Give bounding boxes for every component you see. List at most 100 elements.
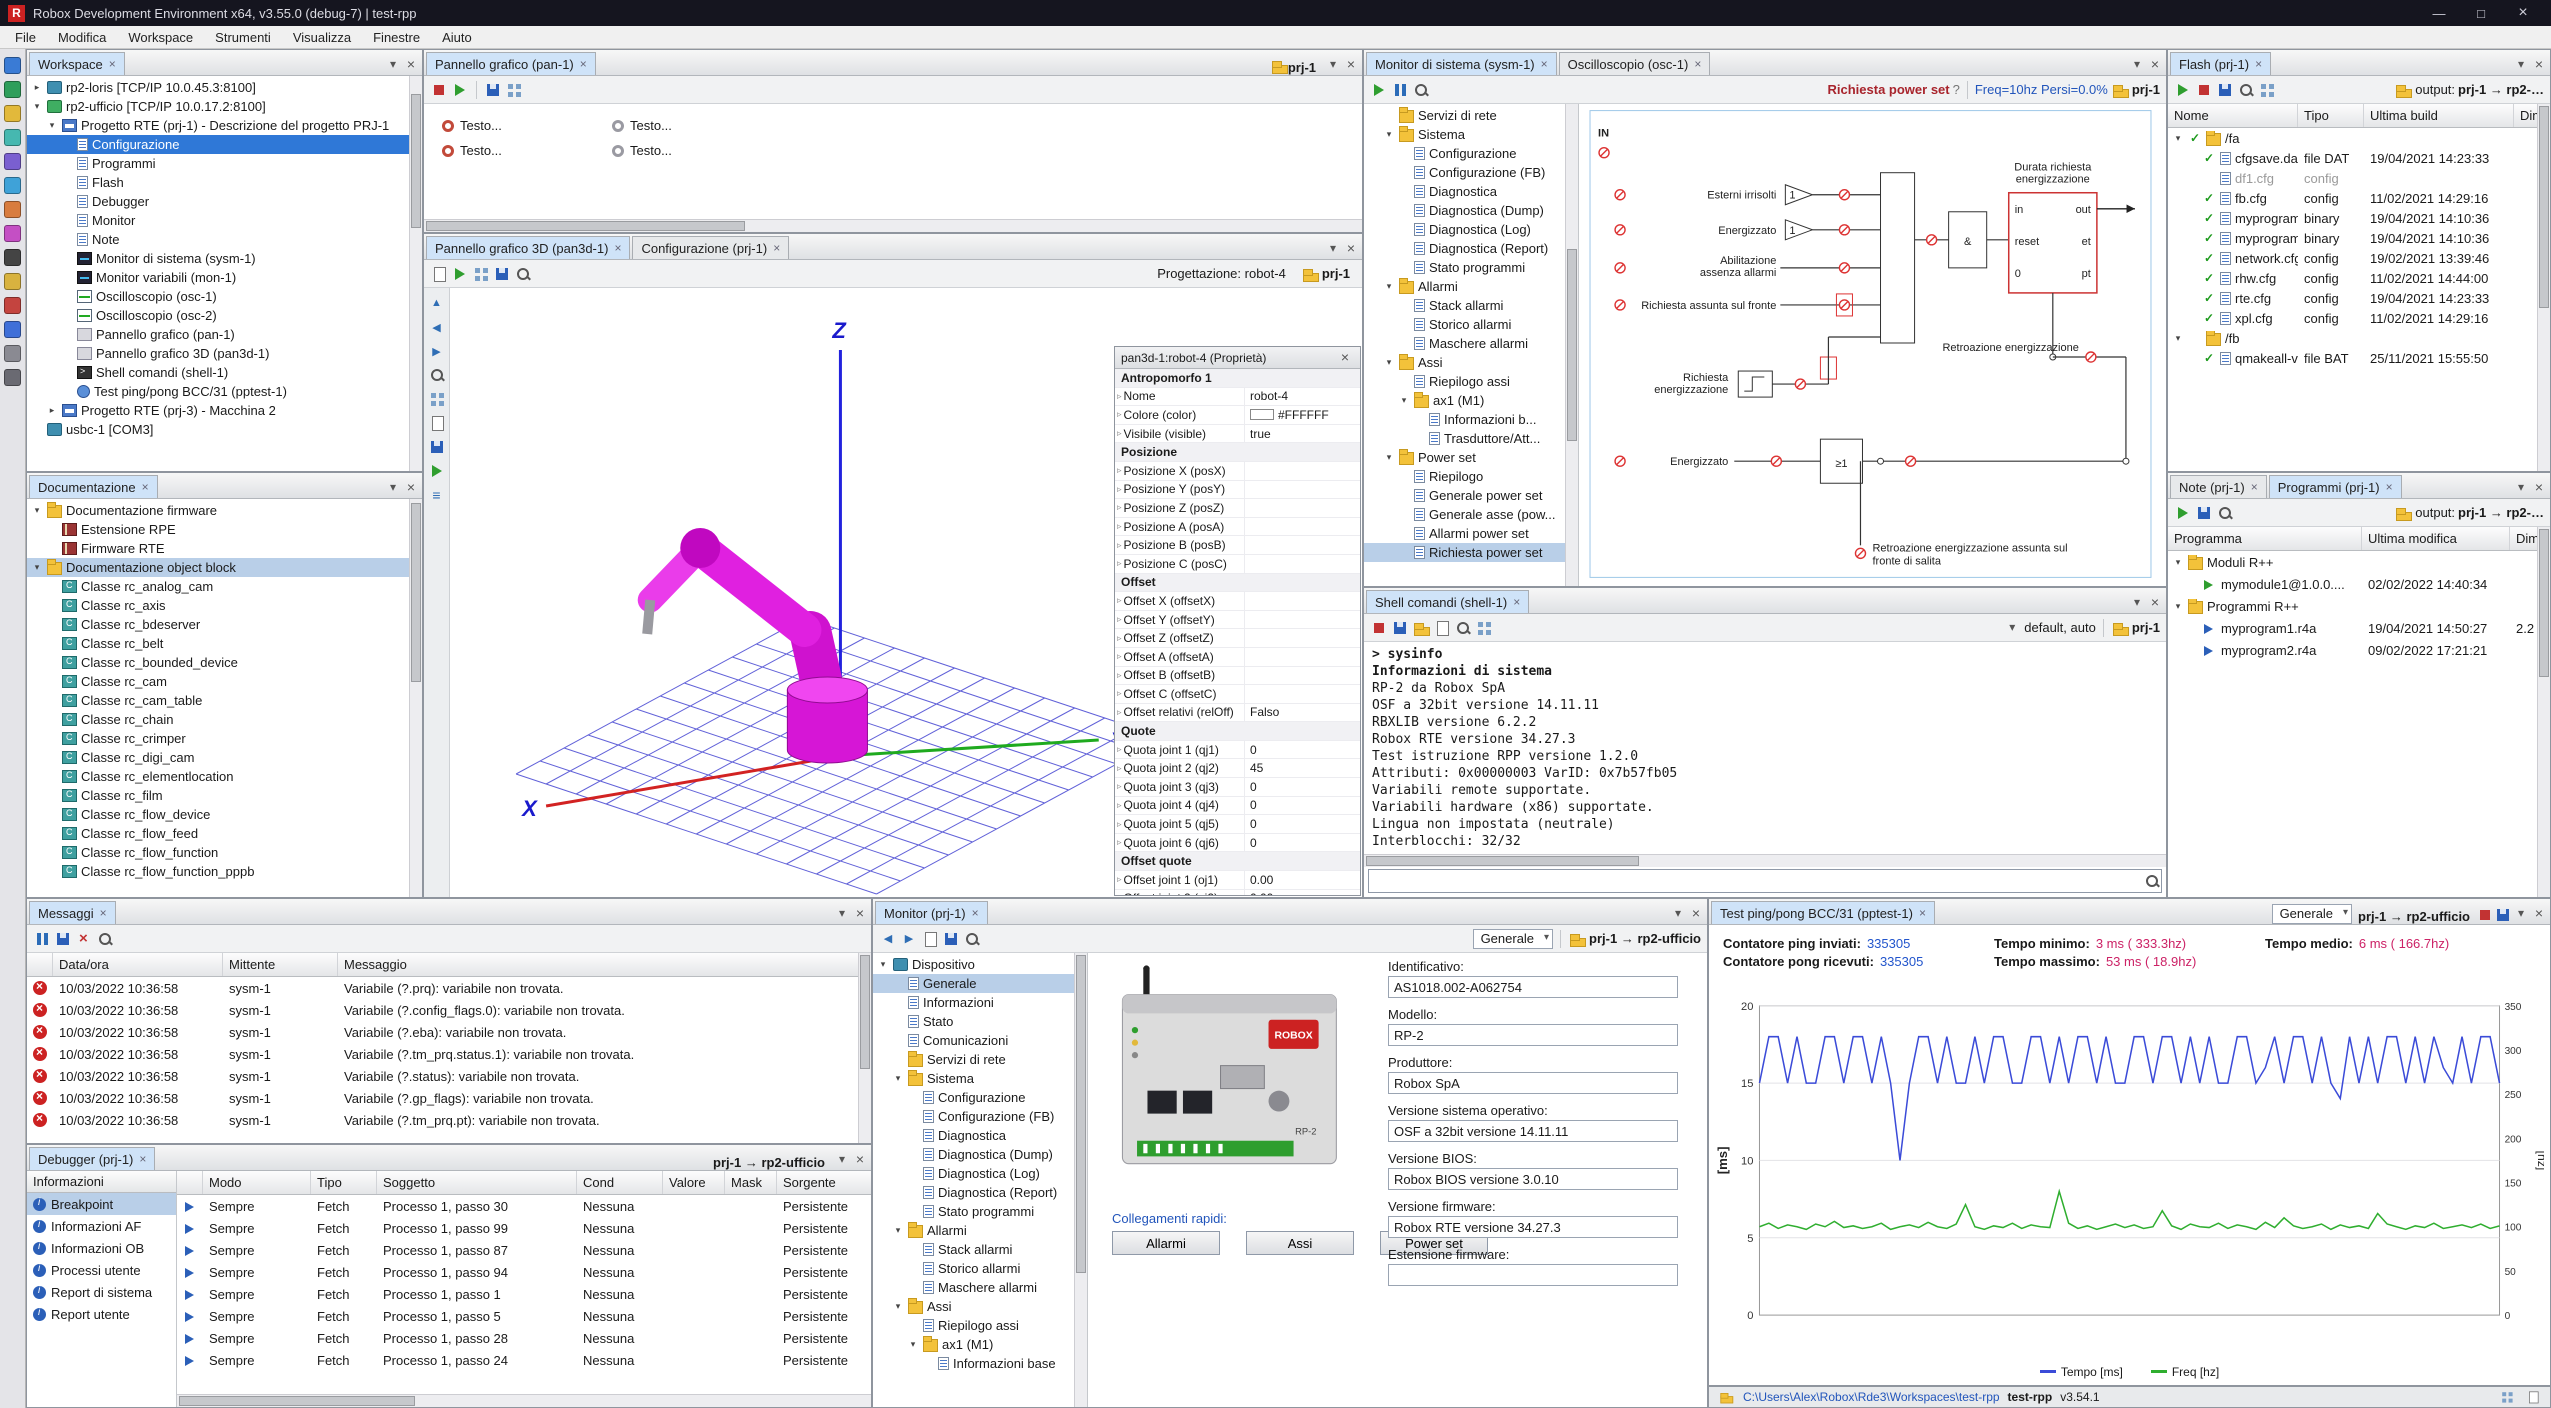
save-icon[interactable] — [1391, 619, 1409, 637]
property-value[interactable]: 0 — [1245, 817, 1360, 831]
stop-icon[interactable] — [1370, 619, 1388, 637]
menu-file[interactable]: File — [4, 28, 47, 47]
run-icon[interactable] — [2174, 504, 2192, 522]
tree-item[interactable]: Note — [27, 230, 422, 249]
property-value[interactable]: 0 — [1245, 743, 1360, 757]
tree-toggle-icon[interactable]: ▾ — [1383, 129, 1395, 140]
scrollbar[interactable] — [1074, 953, 1087, 1407]
property-value[interactable]: 0.00 — [1245, 891, 1360, 895]
log-icon[interactable] — [1433, 619, 1451, 637]
tab-close-icon[interactable]: × — [109, 57, 116, 71]
tab-close-icon[interactable]: × — [1694, 57, 1701, 71]
tree-toggle-icon[interactable]: ▾ — [892, 1073, 904, 1084]
message-row[interactable]: 10/03/2022 10:36:58sysm-1Variabile (?.tm… — [27, 1043, 871, 1065]
shell-output[interactable]: > sysinfoInformazioni di sistemaRP-2 da … — [1364, 642, 2166, 854]
graphic-panel-icon[interactable] — [4, 201, 21, 218]
program-row[interactable]: ▾Moduli R++ — [2168, 551, 2550, 573]
view-icon[interactable] — [472, 265, 490, 283]
search-icon[interactable] — [963, 930, 981, 948]
tree-item[interactable]: Diagnostica — [873, 1126, 1087, 1145]
dock-icon[interactable] — [2512, 478, 2530, 496]
property-value[interactable]: true — [1245, 427, 1360, 441]
file-row[interactable]: ▾✓/fa — [2168, 128, 2550, 148]
property-value[interactable]: robot-4 — [1245, 389, 1360, 403]
debug-side-item[interactable]: Report utente — [27, 1303, 176, 1325]
scrollbar[interactable] — [1565, 104, 1578, 586]
tree-item[interactable]: Pannello grafico 3D (pan3d-1) — [27, 344, 422, 363]
pause-icon[interactable] — [1391, 81, 1409, 99]
property-group[interactable]: Offset quote — [1115, 852, 1360, 871]
property-value[interactable]: #FFFFFF — [1245, 408, 1360, 422]
graphic-panel-tab[interactable]: Pannello grafico (pan-1)× — [426, 52, 596, 75]
close-icon[interactable] — [2530, 478, 2548, 496]
file-row[interactable]: df1.cfgconfig — [2168, 168, 2550, 188]
breakpoint-row[interactable]: SempreFetchProcesso 1, passo 5NessunaPer… — [177, 1305, 871, 1327]
page-icon[interactable] — [921, 930, 939, 948]
property-value[interactable]: Falso — [1245, 705, 1360, 719]
property-row[interactable]: ▹Visibile (visible)true — [1115, 425, 1360, 444]
tree-item[interactable]: Shell comandi (shell-1) — [27, 363, 422, 382]
back-icon[interactable] — [879, 930, 897, 948]
tree-item[interactable]: Servizi di rete — [873, 1050, 1087, 1069]
tree-item[interactable]: Configurazione — [873, 1088, 1087, 1107]
menu-aiuto[interactable]: Aiuto — [431, 28, 483, 47]
search-icon[interactable] — [1454, 619, 1472, 637]
rotate-left-icon[interactable] — [428, 318, 446, 336]
tab-close-icon[interactable]: × — [100, 906, 107, 920]
monitor-tab[interactable]: Monitor (prj-1)× — [875, 901, 988, 924]
view-mode-select[interactable]: Generale — [2272, 904, 2352, 924]
panel3d-tab[interactable]: Configurazione (prj-1)× — [632, 236, 789, 259]
debug-side-item[interactable]: Processi utente — [27, 1259, 176, 1281]
property-row[interactable]: ▹Offset B (offsetB) — [1115, 667, 1360, 686]
h-scrollbar[interactable] — [424, 219, 1362, 232]
column-header[interactable]: Tipo — [2298, 104, 2364, 127]
file-row[interactable]: ✓xpl.cfgconfig11/02/2021 14:29:16 — [2168, 308, 2550, 328]
tree-toggle-icon[interactable]: ▾ — [31, 101, 43, 112]
dock-icon[interactable] — [384, 55, 402, 73]
layout-icon[interactable] — [2500, 1390, 2514, 1404]
column-header[interactable]: Mask — [725, 1171, 777, 1194]
pause-icon[interactable] — [33, 930, 51, 948]
tree-item[interactable]: ▾ax1 (M1) — [873, 1335, 1087, 1354]
tree-item[interactable]: Configurazione — [27, 135, 422, 154]
property-group[interactable]: Antropomorfo 1 — [1115, 369, 1360, 388]
tree-item[interactable]: Test ping/pong BCC/31 (pptest-1) — [27, 382, 422, 401]
tree-item[interactable]: Diagnostica — [1364, 182, 1578, 201]
save-icon[interactable] — [942, 930, 960, 948]
tree-item[interactable]: Generale power set — [1364, 486, 1578, 505]
search-icon[interactable] — [2216, 504, 2234, 522]
tree-item[interactable]: Monitor variabili (mon-1) — [27, 268, 422, 287]
tree-item[interactable]: Classe rc_flow_device — [27, 805, 422, 824]
tree-item[interactable]: Diagnostica (Report) — [1364, 239, 1578, 258]
tree-item[interactable]: Stato — [873, 1012, 1087, 1031]
property-value[interactable]: 0 — [1245, 798, 1360, 812]
menu-finestre[interactable]: Finestre — [362, 28, 431, 47]
messages-tab[interactable]: Messaggi× — [29, 901, 116, 924]
flash-icon[interactable] — [4, 273, 21, 290]
column-header[interactable]: Messaggio — [338, 953, 871, 976]
tree-item[interactable]: Classe rc_bdeserver — [27, 615, 422, 634]
zoom-icon[interactable] — [514, 265, 532, 283]
forward-icon[interactable] — [900, 930, 918, 948]
tree-item[interactable]: Allarmi power set — [1364, 524, 1578, 543]
robot-arm[interactable] — [647, 528, 867, 763]
stop-icon[interactable] — [2476, 906, 2494, 924]
property-row[interactable]: ▹Quota joint 4 (qj4)0 — [1115, 797, 1360, 816]
menu-modifica[interactable]: Modifica — [47, 28, 117, 47]
property-row[interactable]: ▹Quota joint 2 (qj2)45 — [1115, 759, 1360, 778]
property-row[interactable]: ▹Offset Y (offsetY) — [1115, 611, 1360, 630]
property-row[interactable]: ▹Colore (color)#FFFFFF — [1115, 406, 1360, 425]
flash-tab[interactable]: Flash (prj-1)× — [2170, 52, 2271, 75]
pingpong-tab[interactable]: Test ping/pong BCC/31 (pptest-1)× — [1711, 901, 1935, 924]
property-row[interactable]: ▹Offset A (offsetA) — [1115, 648, 1360, 667]
column-header[interactable]: Programma — [2168, 527, 2362, 550]
workspace-path[interactable]: C:\Users\Alex\Robox\Rde3\Workspaces\test… — [1743, 1390, 2000, 1404]
tab-close-icon[interactable]: × — [614, 241, 621, 255]
tree-item[interactable]: Classe rc_belt — [27, 634, 422, 653]
tree-item[interactable]: Oscilloscopio (osc-1) — [27, 287, 422, 306]
tab-close-icon[interactable]: × — [2255, 57, 2262, 71]
close-icon[interactable] — [1336, 348, 1354, 366]
tree-item[interactable]: ▾Progetto RTE (prj-1) - Descrizione del … — [27, 116, 422, 135]
tree-item[interactable]: ▾Assi — [873, 1297, 1087, 1316]
tree-item[interactable]: Classe rc_flow_function_pppb — [27, 862, 422, 881]
